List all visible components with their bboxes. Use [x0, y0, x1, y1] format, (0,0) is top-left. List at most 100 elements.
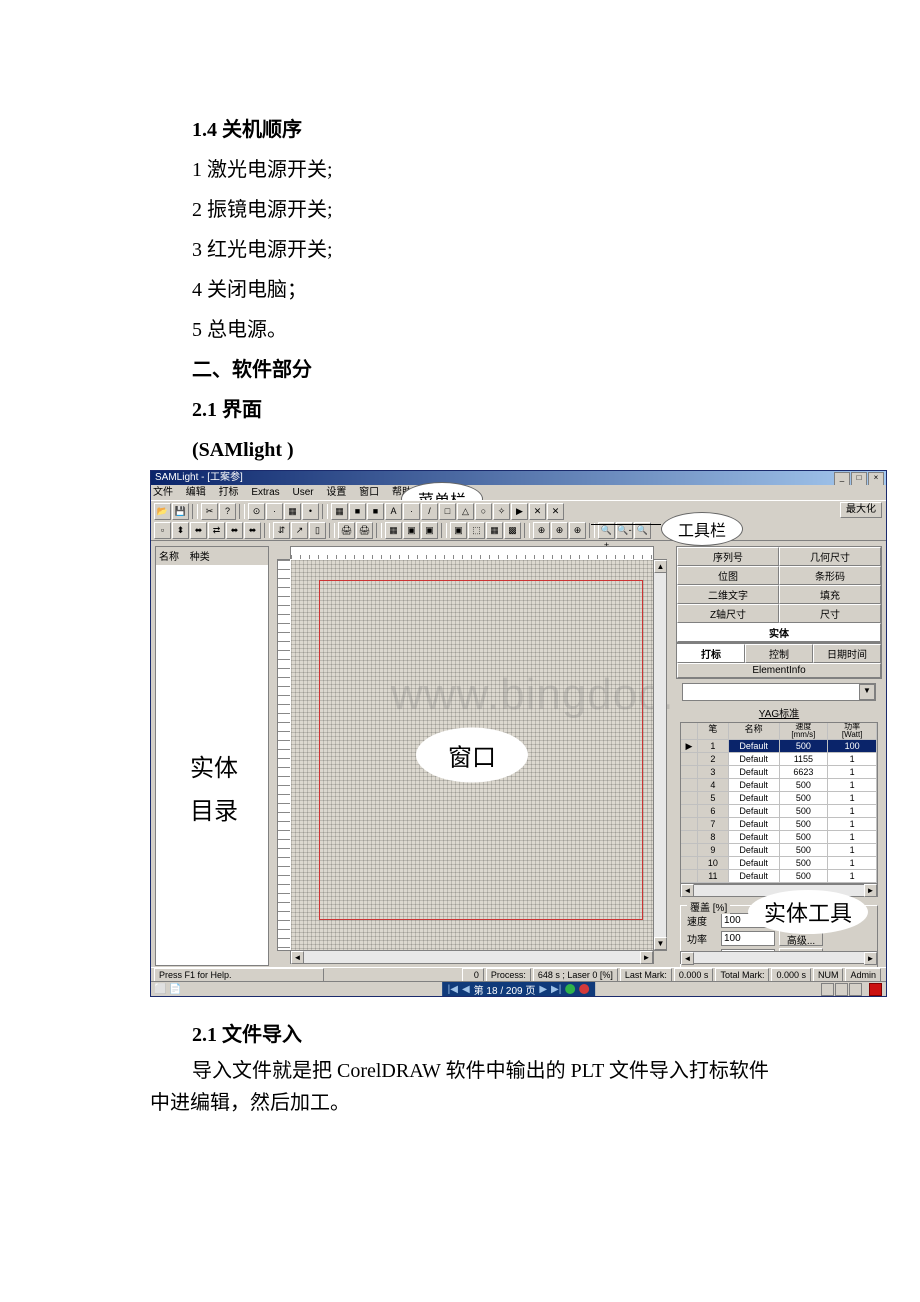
toolbar-button[interactable]: · [266, 503, 283, 520]
tab-geometry[interactable]: 几何尺寸 [779, 547, 881, 566]
scroll-right-icon[interactable]: ► [640, 951, 653, 964]
entity-tree-panel[interactable]: 名称 种类 实体 目录 [155, 546, 269, 966]
canvas-surface[interactable]: www.bingdoc.com 窗口 [290, 559, 654, 951]
pager-next-icon[interactable]: ▶ [539, 984, 547, 995]
toolbar-button[interactable]: ▦ [331, 503, 348, 520]
toolbar-button[interactable]: ⊕ [533, 522, 550, 539]
menu-user[interactable]: User [292, 487, 313, 498]
chevron-down-icon[interactable]: ▼ [859, 684, 875, 700]
toolbar-button[interactable]: ⇄ [208, 522, 225, 539]
toolbar-button[interactable]: ▦ [486, 522, 503, 539]
maximize-button[interactable]: □ [851, 472, 867, 486]
scroll-left-icon[interactable]: ◄ [291, 951, 304, 964]
tab-bitmap[interactable]: 位图 [677, 566, 779, 585]
scroll-up-icon[interactable]: ▲ [654, 560, 667, 573]
toolbar-button[interactable]: ⬌ [190, 522, 207, 539]
tabs-top[interactable]: 序列号 几何尺寸 位图 条形码 二维文字 填充 Z轴尺寸 尺寸 实体 [676, 546, 882, 643]
toolbar-button[interactable]: △ [457, 503, 474, 520]
tabs-bottom[interactable]: 打标 控制 日期时间 ElementInfo [676, 643, 882, 679]
table-row[interactable]: 11Default5001 [681, 870, 877, 883]
toolbar-button[interactable]: ⬌ [226, 522, 243, 539]
toolbar-button[interactable]: ▦ [284, 503, 301, 520]
right-scroll-right-icon[interactable]: ► [864, 952, 877, 965]
table-row[interactable]: 3Default66231 [681, 766, 877, 779]
pager-add-icon[interactable] [565, 984, 575, 994]
toolbar-button[interactable]: ■ [367, 503, 384, 520]
toolbar-button[interactable]: ▫ [154, 522, 171, 539]
toolbar-button[interactable]: ▦ [385, 522, 402, 539]
close-button[interactable]: × [868, 472, 884, 486]
toolbar-button[interactable]: ? [219, 503, 236, 520]
table-row[interactable]: 8Default5001 [681, 831, 877, 844]
right-scroll-left-icon[interactable]: ◄ [681, 952, 694, 965]
override-power-input[interactable] [721, 931, 775, 946]
menu-settings[interactable]: 设置 [326, 487, 346, 498]
tab-size[interactable]: 尺寸 [779, 604, 881, 623]
toolbar-button[interactable]: ▣ [403, 522, 420, 539]
document-pager[interactable]: |◀ ◀ 第 18 / 209 页 ▶ ▶| [442, 982, 596, 996]
tab-barcode[interactable]: 条形码 [779, 566, 881, 585]
toolbar-button[interactable]: 🖨 [356, 522, 373, 539]
toolbar-button[interactable]: ✂ [201, 503, 218, 520]
table-row[interactable]: 9Default5001 [681, 844, 877, 857]
pager-first-icon[interactable]: |◀ [448, 984, 458, 995]
minimize-button[interactable]: _ [834, 472, 850, 486]
menu-extras[interactable]: Extras [251, 487, 279, 498]
toolbar-button[interactable]: ↗ [291, 522, 308, 539]
pager-last-icon[interactable]: ▶| [551, 984, 561, 995]
toolbar-button[interactable]: 🖨 [338, 522, 355, 539]
pen-grid[interactable]: 笔 名称 速度 [mm/s] 功率 [Watt] ▶1Default500100… [680, 722, 878, 884]
toolbar-button[interactable]: ✕ [529, 503, 546, 520]
toolbar-button[interactable]: A [385, 503, 402, 520]
toolbar-button[interactable]: ⊕ [551, 522, 568, 539]
table-row[interactable]: 2Default11551 [681, 753, 877, 766]
toolbar-button[interactable]: □ [439, 503, 456, 520]
toolbar-button[interactable]: ▩ [504, 522, 521, 539]
table-row[interactable]: 4Default5001 [681, 779, 877, 792]
scroll-down-icon[interactable]: ▼ [654, 937, 667, 950]
table-row[interactable]: 7Default5001 [681, 818, 877, 831]
pen-style-select[interactable]: ▼ [682, 683, 876, 701]
table-row[interactable]: 10Default5001 [681, 857, 877, 870]
toolbar-row-1[interactable]: 📂💾✂?⊙·▦•▦■■A·/□△○✧▶✕✕ [151, 500, 886, 522]
toolbar-button[interactable]: ⬍ [172, 522, 189, 539]
toolbar-row-2[interactable]: ▫⬍⬌⇄⬌⬌⇵↗▯🖨🖨▦▣▣▣⬚▦▩⊕⊕⊕🔍+🔍-🔍 [151, 520, 886, 541]
toolbar-button[interactable]: ⊕ [569, 522, 586, 539]
tab-elementinfo[interactable]: ElementInfo [677, 663, 881, 678]
toolbar-button[interactable]: ▯ [309, 522, 326, 539]
menu-bar[interactable]: 文件 编辑 打标 Extras User 设置 窗口 帮助 [151, 485, 886, 500]
toolbar-button[interactable]: • [302, 503, 319, 520]
title-bar[interactable]: SAMLight - [工案参] _ □ × [151, 471, 886, 485]
tab-control[interactable]: 控制 [745, 644, 813, 663]
toolbar-button[interactable]: ✕ [547, 503, 564, 520]
maximize-workspace-button[interactable]: 最大化 [840, 502, 882, 518]
toolbar-button[interactable]: ▣ [450, 522, 467, 539]
toolbar-button[interactable]: 💾 [172, 503, 189, 520]
toolbar-button[interactable]: · [403, 503, 420, 520]
toolbar-button[interactable]: ■ [349, 503, 366, 520]
table-row[interactable]: 5Default5001 [681, 792, 877, 805]
menu-file[interactable]: 文件 [153, 487, 173, 498]
pager-prev-icon[interactable]: ◀ [462, 984, 470, 995]
toolbar-button[interactable]: ▶ [511, 503, 528, 520]
toolbar-button[interactable]: / [421, 503, 438, 520]
grid-scroll-right-icon[interactable]: ► [864, 884, 877, 897]
menu-window[interactable]: 窗口 [359, 487, 379, 498]
toolbar-button[interactable]: ⬌ [244, 522, 261, 539]
table-row[interactable]: 6Default5001 [681, 805, 877, 818]
tab-serial[interactable]: 序列号 [677, 547, 779, 566]
toolbar-button[interactable]: 📂 [154, 503, 171, 520]
right-panel-scrollbar[interactable]: ◄ ► [680, 951, 878, 964]
tab-marking[interactable]: 打标 [677, 644, 745, 663]
tab-entity[interactable]: 实体 [677, 623, 881, 642]
tab-fill[interactable]: 填充 [779, 585, 881, 604]
pager-remove-icon[interactable] [579, 984, 589, 994]
toolbar-button[interactable]: ○ [475, 503, 492, 520]
tab-2dtext[interactable]: 二维文字 [677, 585, 779, 604]
canvas-scrollbar-horizontal[interactable]: ◄ ► [290, 950, 654, 964]
tab-datetime[interactable]: 日期时间 [813, 644, 881, 663]
toolbar-button[interactable]: ⇵ [273, 522, 290, 539]
toolbar-button[interactable]: ▣ [421, 522, 438, 539]
canvas-scrollbar-vertical[interactable]: ▲ ▼ [653, 559, 667, 951]
menu-edit[interactable]: 编辑 [186, 487, 206, 498]
